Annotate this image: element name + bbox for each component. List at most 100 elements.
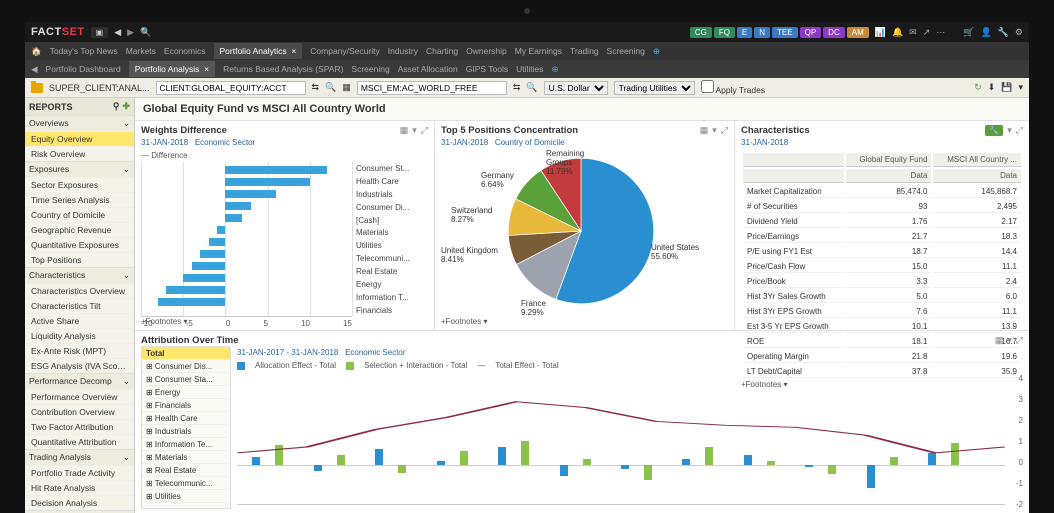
sidebar-item[interactable]: ESG Analysis (IVA Scores) <box>25 358 134 373</box>
nav1-10[interactable]: Screening <box>607 46 645 56</box>
pill-cg[interactable]: CG <box>690 27 712 38</box>
add-icon[interactable]: ✚ <box>122 101 130 112</box>
expand-icon[interactable]: ⤢ <box>721 125 728 136</box>
pill-tee[interactable]: TEE <box>772 27 798 38</box>
refresh-icon[interactable]: ↻ <box>974 82 982 93</box>
wrench-icon[interactable]: 🔧 <box>998 27 1009 38</box>
home-icon[interactable]: 🏠 <box>31 46 42 57</box>
benchmark-input[interactable] <box>357 81 507 95</box>
attr-list-item[interactable]: ⊞ Consumer Dis... <box>142 360 230 373</box>
nav1-1[interactable]: Markets <box>126 46 156 56</box>
search-icon[interactable]: 🔍 <box>325 82 336 93</box>
chevron-down-icon[interactable]: ▾ <box>1018 82 1023 93</box>
nav1-4[interactable]: Company/Security <box>310 46 379 56</box>
filter-icon[interactable]: ⚲ <box>113 101 120 112</box>
chevron-down-icon[interactable]: ▾ <box>1007 125 1012 136</box>
swap-icon[interactable]: ⇆ <box>312 82 320 93</box>
sidebar-item[interactable]: Geographic Revenue <box>25 222 134 237</box>
attr-list-item[interactable]: ⊞ Telecommunic... <box>142 477 230 490</box>
expand-icon[interactable]: ⤢ <box>1016 125 1023 136</box>
sidebar-item[interactable]: Quantitative Exposures <box>25 237 134 252</box>
pill-e[interactable]: E <box>737 27 752 38</box>
sidebar-group[interactable]: Overviews⌄ <box>25 115 134 131</box>
nav1-3[interactable]: Portfolio Analytics × <box>214 43 303 59</box>
more-icon[interactable]: ⋯ <box>936 27 945 38</box>
chevron-down-icon[interactable]: ▾ <box>1007 335 1012 346</box>
sidebar-item[interactable]: Portfolio Trade Activity <box>25 465 134 480</box>
attr-list-item[interactable]: ⊞ Energy <box>142 386 230 399</box>
sidebar-item[interactable]: Time Series Analysis <box>25 192 134 207</box>
attr-list-item[interactable]: Total <box>142 347 230 360</box>
nav2-1[interactable]: Portfolio Analysis × <box>129 61 215 77</box>
attr-list-item[interactable]: ⊞ Real Estate <box>142 464 230 477</box>
user-icon[interactable]: 👤 <box>980 27 991 38</box>
sidebar-item[interactable]: Sector Exposures <box>25 177 134 192</box>
apply-trades-check[interactable]: Apply Trades <box>701 80 766 95</box>
pill-am[interactable]: AM <box>847 27 869 38</box>
search-icon[interactable]: 🔍 <box>140 27 151 38</box>
attr-list-item[interactable]: ⊞ Industrials <box>142 425 230 438</box>
attr-list-item[interactable]: ⊞ Health Care <box>142 412 230 425</box>
currency-select[interactable]: U.S. Dollar <box>544 81 608 95</box>
stop-icon[interactable]: ▣ <box>91 27 109 38</box>
swap-icon[interactable]: ⇆ <box>513 82 521 93</box>
search-icon[interactable]: 🔍 <box>526 82 537 93</box>
sidebar-item[interactable]: Risk Overview <box>25 146 134 161</box>
nav2-4[interactable]: Asset Allocation <box>398 64 458 74</box>
pill-n[interactable]: N <box>754 27 770 38</box>
back-icon[interactable]: ◀ <box>114 27 121 38</box>
account-input[interactable] <box>156 81 306 95</box>
nav2-3[interactable]: Screening <box>351 64 389 74</box>
nav1-9[interactable]: Trading <box>570 46 599 56</box>
bell-icon[interactable]: 🔔 <box>892 27 903 38</box>
mail-icon[interactable]: ✉ <box>909 27 917 38</box>
sidebar-item[interactable]: Equity Overview <box>25 131 134 146</box>
attr-list-item[interactable]: ⊞ Materials <box>142 451 230 464</box>
sidebar-group[interactable]: Characteristics⌄ <box>25 267 134 283</box>
wrench-icon[interactable]: 🔧 <box>985 125 1003 136</box>
sidebar-item[interactable]: Ex-Ante Risk (MPT) <box>25 343 134 358</box>
share-icon[interactable]: ↗ <box>923 27 931 38</box>
grid-icon[interactable]: ▦ <box>400 125 409 136</box>
pill-fq[interactable]: FQ <box>714 27 735 38</box>
expand-icon[interactable]: ⤢ <box>1016 335 1023 346</box>
download-icon[interactable]: ⬇ <box>988 82 996 93</box>
nav1-8[interactable]: My Earnings <box>515 46 562 56</box>
nav2-5[interactable]: GIPS Tools <box>466 64 508 74</box>
sidebar-item[interactable]: Top Positions <box>25 252 134 267</box>
save-icon[interactable]: 💾 <box>1001 82 1012 93</box>
sidebar-group[interactable]: Trading Analysis⌄ <box>25 449 134 465</box>
sidebar-item[interactable]: Performance Overview <box>25 389 134 404</box>
nav2-0[interactable]: Portfolio Dashboard <box>46 64 121 74</box>
attr-list-item[interactable]: ⊞ Consumer Sta... <box>142 373 230 386</box>
sidebar-item[interactable]: Country of Domicile <box>25 207 134 222</box>
attr-list-item[interactable]: ⊞ Financials <box>142 399 230 412</box>
sidebar-item[interactable]: Active Share <box>25 313 134 328</box>
pill-qp[interactable]: QP <box>800 27 822 38</box>
sidebar-group[interactable]: Exposures⌄ <box>25 161 134 177</box>
grid-icon[interactable]: ▦ <box>700 125 709 136</box>
sidebar-group[interactable]: Performance Decomp⌄ <box>25 373 134 389</box>
attr-list-item[interactable]: ⊞ Information Te... <box>142 438 230 451</box>
nav1-2[interactable]: Economics <box>164 46 206 56</box>
sidebar-item[interactable]: Liquidity Analysis <box>25 328 134 343</box>
forward-icon[interactable]: ▶ <box>127 27 134 38</box>
cart-icon[interactable]: 🛒 <box>963 27 974 38</box>
chevron-down-icon[interactable]: ▾ <box>412 125 417 136</box>
sidebar-item[interactable]: Hit Rate Analysis <box>25 480 134 495</box>
sidebar-item[interactable]: Decision Analysis <box>25 495 134 510</box>
chevron-down-icon[interactable]: ▾ <box>712 125 717 136</box>
nav1-0[interactable]: Today's Top News <box>50 46 118 56</box>
nav1-6[interactable]: Charting <box>426 46 458 56</box>
chart-icon[interactable]: 📊 <box>875 27 886 38</box>
nav2-2[interactable]: Returns Based Analysis (SPAR) <box>223 64 343 74</box>
sidebar-item[interactable]: Contribution Overview <box>25 404 134 419</box>
sidebar-item[interactable]: Quantitative Attribution <box>25 434 134 449</box>
plus-icon[interactable]: ⊕ <box>653 46 660 57</box>
nav2-back-icon[interactable]: ◀ <box>31 64 38 75</box>
pill-dc[interactable]: DC <box>823 27 845 38</box>
attr-list-item[interactable]: ⊞ Utilities <box>142 490 230 503</box>
grid-icon[interactable]: ▦ <box>995 335 1004 346</box>
nav1-5[interactable]: Industry <box>388 46 418 56</box>
trading-select[interactable]: Trading Utilities <box>614 81 695 95</box>
